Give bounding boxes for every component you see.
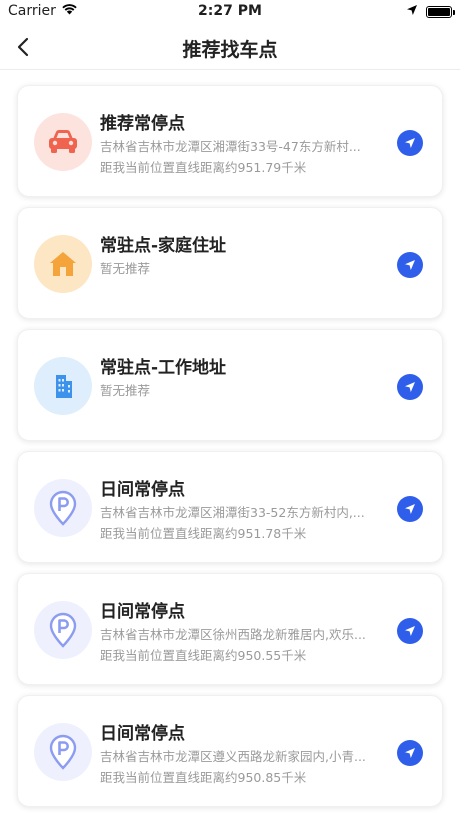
parking-pin-icon [34,723,92,781]
navigate-arrow-icon [405,626,415,636]
card-distance: 距我当前位置直线距离约950.55千米 [100,648,307,663]
card-distance: 距我当前位置直线距离约951.79千米 [100,160,307,175]
navigate-arrow-icon [405,504,415,514]
card-title: 推荐常停点 [100,114,185,134]
daytime-spot-card[interactable]: 日间常停点 吉林省吉林市龙潭区遵义西路龙新家园内,小青... 距我当前位置直线距… [17,695,443,807]
daytime-spot-card[interactable]: 日间常停点 吉林省吉林市龙潭区湘潭街33-52东方新村内,... 距我当前位置直… [17,451,443,563]
page-title: 推荐找车点 [182,39,278,61]
card-title: 日间常停点 [100,602,185,622]
navigate-button[interactable] [397,496,423,522]
card-status: 暂无推荐 [100,261,151,276]
card-distance: 距我当前位置直线距离约951.78千米 [100,526,307,541]
navigate-button[interactable] [397,740,423,766]
location-arrow-icon [406,4,418,20]
home-icon [34,235,92,293]
navigate-button[interactable] [397,252,423,278]
recommended-spot-card[interactable]: 推荐常停点 吉林省吉林市龙潭区湘潭街33号-47东方新村... 距我当前位置直线… [17,85,443,197]
building-icon [34,357,92,415]
card-title: 日间常停点 [100,724,185,744]
home-address-card[interactable]: 常驻点-家庭住址 暂无推荐 [17,207,443,319]
status-right [406,4,455,20]
nav-bar: 推荐找车点 [0,24,460,70]
card-status: 暂无推荐 [100,383,151,398]
card-address: 吉林省吉林市龙潭区遵义西路龙新家园内,小青... [100,749,366,764]
navigate-arrow-icon [405,748,415,758]
card-title: 常驻点-家庭住址 [100,236,227,256]
status-bar: Carrier 2:27 PM [0,0,460,24]
navigate-arrow-icon [405,382,415,392]
navigate-button[interactable] [397,374,423,400]
card-title: 日间常停点 [100,480,185,500]
car-icon [34,113,92,171]
card-address: 吉林省吉林市龙潭区湘潭街33-52东方新村内,... [100,505,365,520]
navigate-arrow-icon [405,260,415,270]
card-title: 常驻点-工作地址 [100,358,227,378]
parking-pin-icon [34,479,92,537]
navigate-button[interactable] [397,618,423,644]
work-address-card[interactable]: 常驻点-工作地址 暂无推荐 [17,329,443,441]
parking-pin-icon [34,601,92,659]
card-address: 吉林省吉林市龙潭区湘潭街33号-47东方新村... [100,139,361,154]
card-distance: 距我当前位置直线距离约950.85千米 [100,770,307,785]
card-address: 吉林省吉林市龙潭区徐州西路龙新雅居内,欢乐... [100,627,366,642]
daytime-spot-card[interactable]: 日间常停点 吉林省吉林市龙潭区徐州西路龙新雅居内,欢乐... 距我当前位置直线距… [17,573,443,685]
navigate-arrow-icon [405,138,415,148]
battery-icon [426,6,455,18]
status-time: 2:27 PM [198,3,262,19]
navigate-button[interactable] [397,130,423,156]
